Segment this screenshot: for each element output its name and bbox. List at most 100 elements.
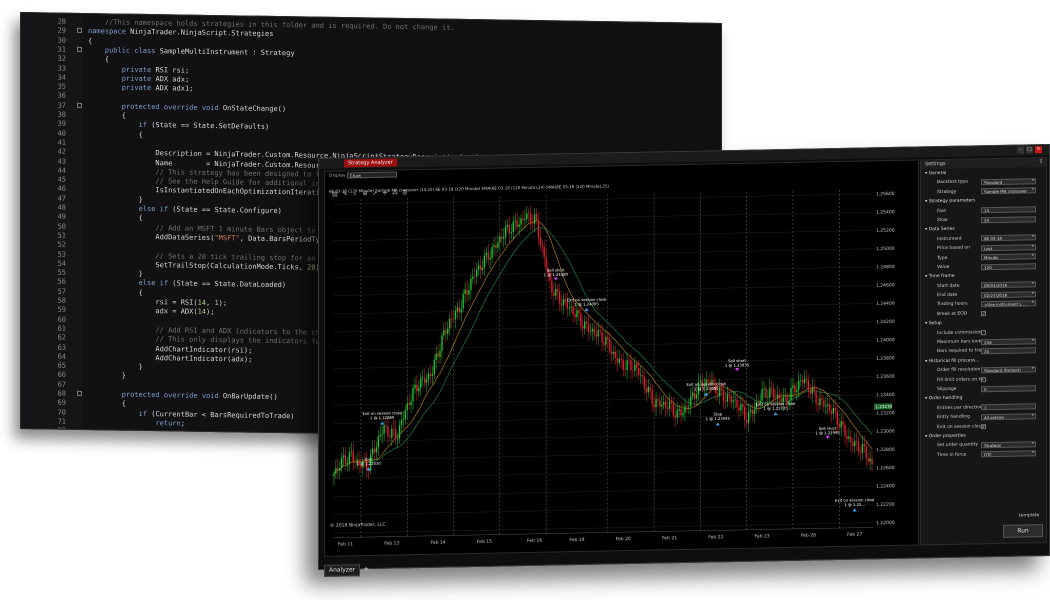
- settings-dropdown[interactable]: Standard: [981, 178, 1036, 186]
- code-text[interactable]: }: [88, 371, 126, 380]
- settings-dropdown[interactable]: GTC: [981, 450, 1036, 458]
- template-link[interactable]: template: [1019, 513, 1039, 518]
- code-text[interactable]: {: [88, 130, 143, 138]
- code-text[interactable]: private RSI rsi;: [88, 65, 189, 74]
- code-text[interactable]: return;: [88, 418, 185, 427]
- candle-body: [537, 220, 540, 238]
- settings-label: Slow: [937, 217, 948, 224]
- code-lines[interactable]: 28 //This namespace holds strategies in …: [21, 13, 721, 440]
- line-number: 46: [57, 184, 66, 194]
- code-text[interactable]: }: [88, 269, 143, 278]
- line-number: 55: [57, 268, 66, 277]
- settings-checkbox[interactable]: ✓: [981, 311, 986, 317]
- run-button[interactable]: Run: [1003, 524, 1043, 538]
- candle-body: [838, 423, 840, 428]
- x-tick-label: Feb 22: [708, 534, 723, 540]
- settings-dropdown[interactable]: 256: [981, 337, 1036, 345]
- candle-body: [447, 328, 449, 334]
- candle-body: [601, 331, 603, 343]
- display-select[interactable]: Chart: [347, 171, 397, 179]
- fold-toggle-icon[interactable]: [77, 46, 82, 52]
- grid-line: [333, 339, 873, 351]
- settings-input[interactable]: 20: [981, 347, 1036, 355]
- x-tick-label: Feb 13: [384, 540, 399, 546]
- candle-body: [796, 389, 798, 393]
- fold-toggle-icon[interactable]: [77, 28, 82, 34]
- settings-panel[interactable]: Settings ⊼ ▾ General Backtest type Standar…: [920, 157, 1047, 546]
- minimize-icon[interactable]: –: [1017, 146, 1024, 154]
- settings-dropdown[interactable]: 02/27/2018: [981, 290, 1036, 298]
- line-number: 69: [57, 398, 66, 408]
- candle-body: [373, 448, 376, 453]
- code-text[interactable]: {: [88, 288, 143, 297]
- candle-body: [522, 218, 524, 220]
- code-text[interactable]: }: [88, 195, 143, 204]
- settings-dropdown[interactable]: All entries: [981, 412, 1036, 421]
- trade-signal-price: 1 @ 1.24480: [544, 272, 569, 277]
- settings-input[interactable]: 0: [981, 384, 1036, 392]
- candle-body: [618, 358, 621, 363]
- settings-property-grid[interactable]: ▾ GeneralBacktest typeStandardStrategySa…: [921, 167, 1046, 461]
- tab-analyzer[interactable]: Analyzer: [324, 564, 361, 577]
- code-text[interactable]: {: [88, 55, 109, 64]
- candle-body: [585, 321, 588, 324]
- x-tick-label: Feb 20: [616, 536, 631, 542]
- settings-dropdown[interactable]: Standard (Fastest): [981, 366, 1036, 374]
- settings-label: Strategy: [937, 189, 957, 195]
- candle-body: [516, 220, 518, 228]
- settings-dropdown[interactable]: Sample MA crossover: [981, 187, 1036, 195]
- code-text[interactable]: private ADX adx;: [88, 74, 189, 83]
- candle-body: [668, 401, 671, 409]
- strategy-analyzer-window[interactable]: Strategy Analyzer – □ ✕ 1.25600 1.25400 1.…: [318, 143, 1050, 577]
- candle-body: [591, 328, 594, 332]
- maximize-icon[interactable]: □: [1026, 146, 1033, 154]
- settings-input[interactable]: 14: [981, 206, 1036, 214]
- candle-body: [690, 396, 692, 407]
- pin-icon[interactable]: ⊼: [1039, 158, 1043, 167]
- display-label: Display: [329, 173, 346, 179]
- candle-body: [557, 288, 559, 292]
- code-text[interactable]: public class SampleMultiInstrument : Str…: [88, 46, 295, 57]
- code-text[interactable]: private ADX adx1;: [88, 83, 194, 93]
- close-icon[interactable]: ✕: [1035, 146, 1042, 154]
- settings-input[interactable]: 25: [981, 215, 1036, 223]
- settings-checkbox[interactable]: [981, 330, 986, 336]
- add-tab-button[interactable]: +: [360, 564, 372, 574]
- settings-dropdown[interactable]: Strategy: [981, 441, 1036, 449]
- settings-label: Type: [937, 255, 948, 261]
- settings-dropdown[interactable]: 09/01/2018: [981, 281, 1036, 289]
- line-number: 30: [57, 36, 66, 45]
- code-text[interactable]: {: [88, 213, 143, 222]
- code-text[interactable]: namespace NinjaTrader.NinjaScript.Strate…: [88, 27, 273, 38]
- fold-toggle-icon[interactable]: [77, 390, 82, 396]
- candle-body: [566, 301, 568, 309]
- fold-toggle-icon[interactable]: [77, 102, 82, 108]
- candle-body: [501, 236, 503, 240]
- settings-dropdown[interactable]: Minute: [981, 253, 1036, 261]
- candle-body: [342, 455, 345, 458]
- candle-body: [348, 452, 351, 463]
- x-tick-label: Feb 26: [801, 532, 816, 538]
- candle-body: [807, 380, 810, 391]
- settings-label: Time in force: [937, 452, 967, 458]
- settings-dropdown[interactable]: 6E 03-18: [981, 234, 1036, 242]
- code-line[interactable]: 72: [21, 426, 88, 436]
- code-text[interactable]: }: [88, 362, 143, 371]
- window-title[interactable]: Strategy Analyzer: [344, 158, 397, 168]
- settings-input[interactable]: 120: [981, 262, 1036, 270]
- settings-checkbox[interactable]: ✓: [981, 423, 986, 430]
- settings-input[interactable]: 1: [981, 403, 1036, 411]
- code-text[interactable]: adx = ADX(14);: [88, 306, 214, 316]
- price-chart[interactable]: 1.25600 1.25400 1.25200 1.25000 1.24800 1.246…: [325, 160, 918, 555]
- y-tick-label: 1.25000: [876, 246, 895, 252]
- candle-body: [657, 399, 659, 401]
- settings-dropdown[interactable]: <Use instrument s...: [981, 300, 1036, 308]
- settings-checkbox[interactable]: [981, 376, 986, 383]
- code-text[interactable]: {: [88, 37, 92, 45]
- code-text[interactable]: {: [88, 111, 126, 120]
- x-axis: [333, 527, 873, 538]
- chart-panel[interactable]: 1.25600 1.25400 1.25200 1.25000 1.24800 1.246…: [324, 159, 919, 557]
- code-text[interactable]: {: [88, 399, 126, 408]
- settings-row[interactable]: Time in force GTC: [921, 449, 1046, 461]
- settings-dropdown[interactable]: Last: [981, 243, 1036, 251]
